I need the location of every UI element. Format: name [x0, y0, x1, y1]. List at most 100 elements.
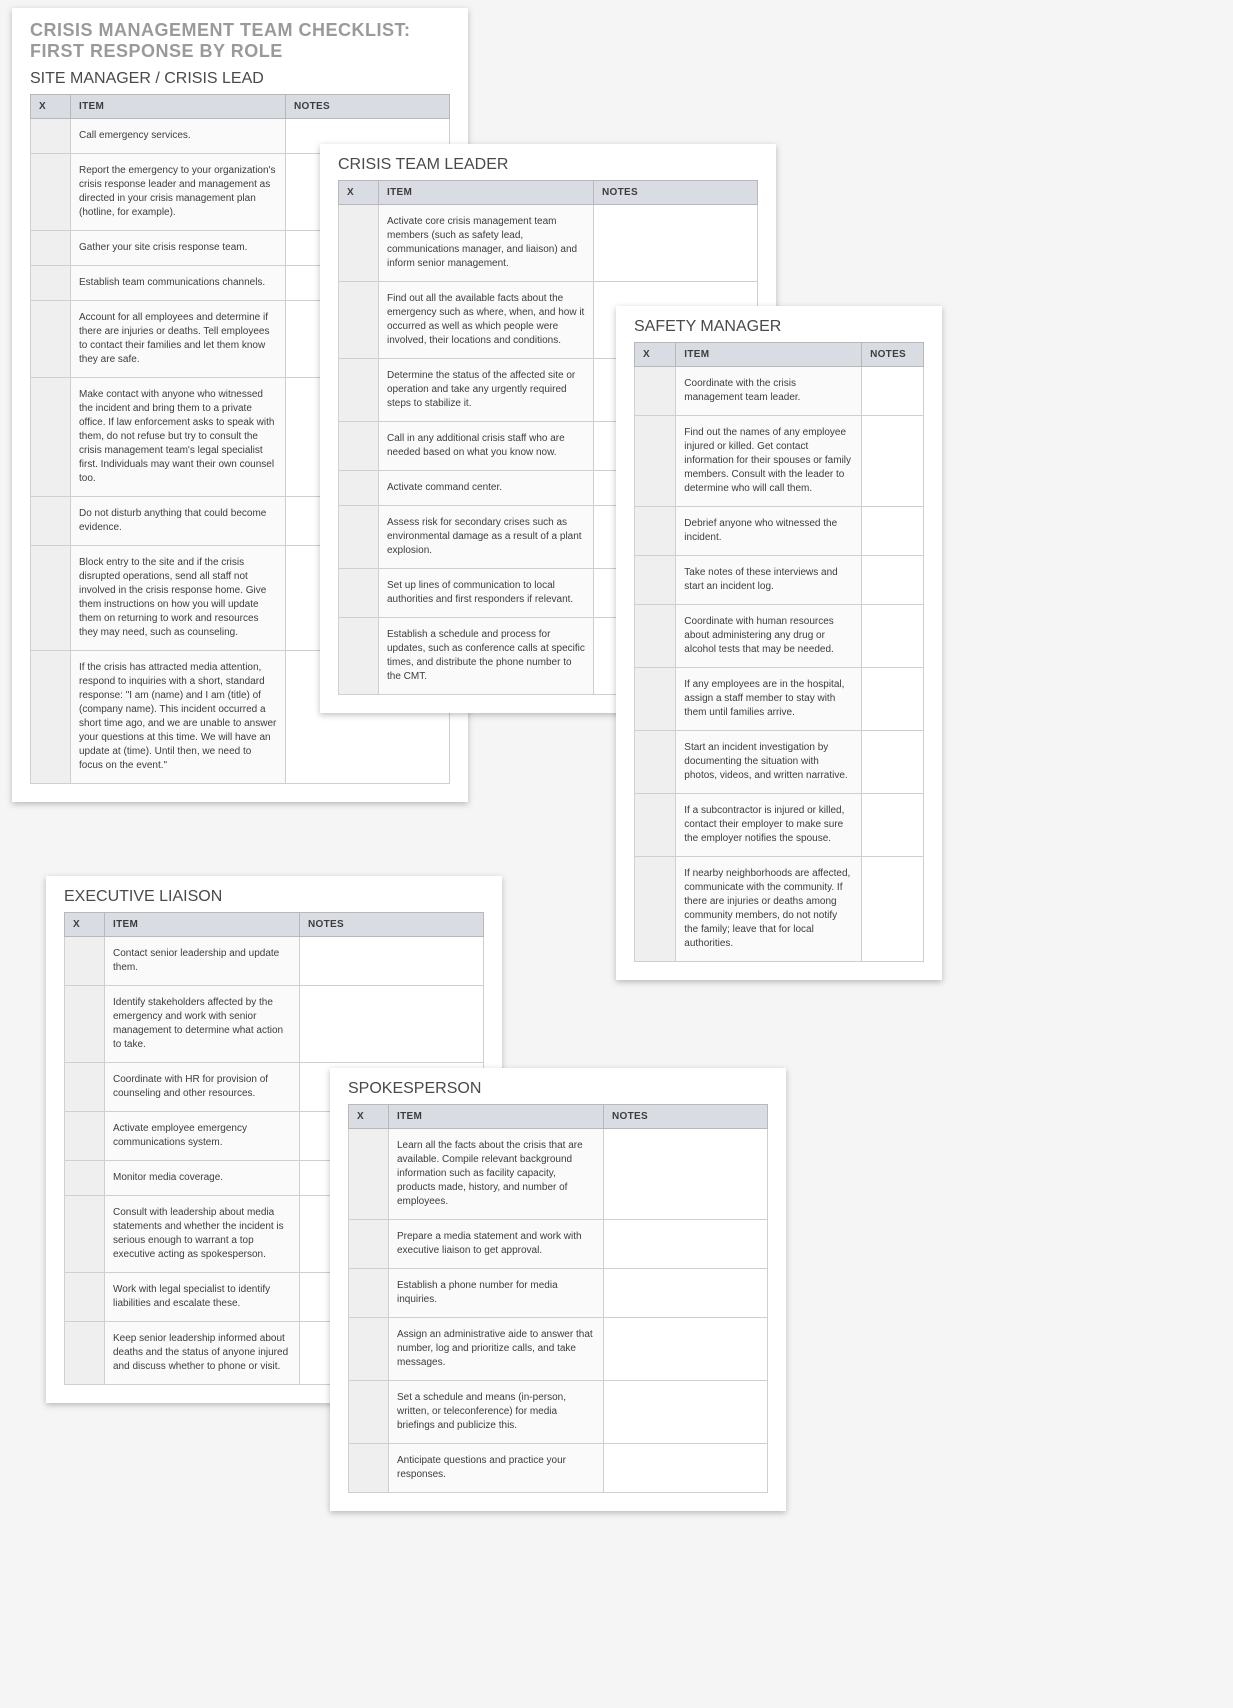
item-cell: Prepare a media statement and work with …: [389, 1220, 604, 1269]
item-cell: Make contact with anyone who witnessed t…: [71, 378, 286, 497]
notes-cell[interactable]: [604, 1318, 768, 1381]
checkbox-cell[interactable]: [635, 794, 676, 857]
notes-cell[interactable]: [594, 205, 758, 282]
checkbox-cell[interactable]: [31, 651, 71, 784]
table-row: Coordinate with human resources about ad…: [635, 605, 924, 668]
checkbox-cell[interactable]: [31, 119, 71, 154]
checkbox-cell[interactable]: [31, 154, 71, 231]
item-cell: If the crisis has attracted media attent…: [71, 651, 286, 784]
notes-cell[interactable]: [604, 1381, 768, 1444]
notes-cell[interactable]: [300, 986, 484, 1063]
checkbox-cell[interactable]: [339, 205, 379, 282]
item-cell: Gather your site crisis response team.: [71, 231, 286, 266]
checkbox-cell[interactable]: [635, 556, 676, 605]
notes-cell[interactable]: [862, 416, 924, 507]
table-row: Anticipate questions and practice your r…: [349, 1444, 768, 1493]
col-header-notes: NOTES: [286, 95, 450, 119]
item-cell: Keep senior leadership informed about de…: [105, 1322, 300, 1385]
checkbox-cell[interactable]: [65, 1063, 105, 1112]
checkbox-cell[interactable]: [635, 857, 676, 962]
checkbox-cell[interactable]: [339, 618, 379, 695]
table-row: Identify stakeholders affected by the em…: [65, 986, 484, 1063]
checkbox-cell[interactable]: [65, 1273, 105, 1322]
item-cell: Start an incident investigation by docum…: [676, 731, 862, 794]
item-cell: If nearby neighborhoods are affected, co…: [676, 857, 862, 962]
col-header-notes: NOTES: [300, 913, 484, 937]
notes-cell[interactable]: [862, 668, 924, 731]
checkbox-cell[interactable]: [349, 1129, 389, 1220]
notes-cell[interactable]: [604, 1444, 768, 1493]
checkbox-cell[interactable]: [31, 301, 71, 378]
table-row: Establish a phone number for media inqui…: [349, 1269, 768, 1318]
item-cell: Call emergency services.: [71, 119, 286, 154]
col-header-item: ITEM: [389, 1105, 604, 1129]
notes-cell[interactable]: [862, 507, 924, 556]
table-row: Learn all the facts about the crisis tha…: [349, 1129, 768, 1220]
notes-cell[interactable]: [862, 367, 924, 416]
table-row: Prepare a media statement and work with …: [349, 1220, 768, 1269]
item-cell: Coordinate with HR for provision of coun…: [105, 1063, 300, 1112]
checkbox-cell[interactable]: [635, 507, 676, 556]
checkbox-cell[interactable]: [339, 359, 379, 422]
section-heading-site-manager: SITE MANAGER / CRISIS LEAD: [30, 70, 450, 88]
col-header-item: ITEM: [676, 343, 862, 367]
table-safety-manager: X ITEM NOTES Coordinate with the crisis …: [634, 342, 924, 962]
item-cell: Activate employee emergency communicatio…: [105, 1112, 300, 1161]
checkbox-cell[interactable]: [635, 668, 676, 731]
section-heading-crisis-team-leader: CRISIS TEAM LEADER: [338, 156, 758, 174]
item-cell: Establish a schedule and process for upd…: [379, 618, 594, 695]
checkbox-cell[interactable]: [65, 937, 105, 986]
table-row: Activate core crisis management team mem…: [339, 205, 758, 282]
notes-cell[interactable]: [604, 1129, 768, 1220]
notes-cell[interactable]: [862, 794, 924, 857]
table-row: Find out the names of any employee injur…: [635, 416, 924, 507]
checkbox-cell[interactable]: [635, 731, 676, 794]
checkbox-cell[interactable]: [635, 367, 676, 416]
checkbox-cell[interactable]: [65, 986, 105, 1063]
checkbox-cell[interactable]: [349, 1318, 389, 1381]
checkbox-cell[interactable]: [339, 282, 379, 359]
item-cell: Establish team communications channels.: [71, 266, 286, 301]
table-row: Assign an administrative aide to answer …: [349, 1318, 768, 1381]
item-cell: Find out all the available facts about t…: [379, 282, 594, 359]
checkbox-cell[interactable]: [31, 546, 71, 651]
table-row: If a subcontractor is injured or killed,…: [635, 794, 924, 857]
checkbox-cell[interactable]: [349, 1269, 389, 1318]
notes-cell[interactable]: [862, 731, 924, 794]
table-row: Debrief anyone who witnessed the inciden…: [635, 507, 924, 556]
item-cell: Account for all employees and determine …: [71, 301, 286, 378]
notes-cell[interactable]: [604, 1220, 768, 1269]
checkbox-cell[interactable]: [635, 416, 676, 507]
item-cell: Identify stakeholders affected by the em…: [105, 986, 300, 1063]
checkbox-cell[interactable]: [31, 378, 71, 497]
item-cell: Learn all the facts about the crisis tha…: [389, 1129, 604, 1220]
checkbox-cell[interactable]: [349, 1381, 389, 1444]
checkbox-cell[interactable]: [65, 1322, 105, 1385]
checkbox-cell[interactable]: [339, 506, 379, 569]
checkbox-cell[interactable]: [339, 471, 379, 506]
checkbox-cell[interactable]: [65, 1112, 105, 1161]
checkbox-cell[interactable]: [65, 1196, 105, 1273]
checkbox-cell[interactable]: [31, 266, 71, 301]
col-header-notes: NOTES: [594, 181, 758, 205]
checkbox-cell[interactable]: [339, 569, 379, 618]
notes-cell[interactable]: [604, 1269, 768, 1318]
notes-cell[interactable]: [862, 556, 924, 605]
col-header-x: X: [635, 343, 676, 367]
item-cell: If a subcontractor is injured or killed,…: [676, 794, 862, 857]
section-heading-executive-liaison: EXECUTIVE LIAISON: [64, 888, 484, 906]
col-header-x: X: [65, 913, 105, 937]
table-row: Coordinate with the crisis management te…: [635, 367, 924, 416]
notes-cell[interactable]: [862, 605, 924, 668]
checkbox-cell[interactable]: [31, 231, 71, 266]
checkbox-cell[interactable]: [65, 1161, 105, 1196]
notes-cell[interactable]: [862, 857, 924, 962]
checkbox-cell[interactable]: [31, 497, 71, 546]
notes-cell[interactable]: [300, 937, 484, 986]
item-cell: Activate command center.: [379, 471, 594, 506]
checkbox-cell[interactable]: [349, 1220, 389, 1269]
checkbox-cell[interactable]: [339, 422, 379, 471]
item-cell: Coordinate with the crisis management te…: [676, 367, 862, 416]
checkbox-cell[interactable]: [635, 605, 676, 668]
checkbox-cell[interactable]: [349, 1444, 389, 1493]
